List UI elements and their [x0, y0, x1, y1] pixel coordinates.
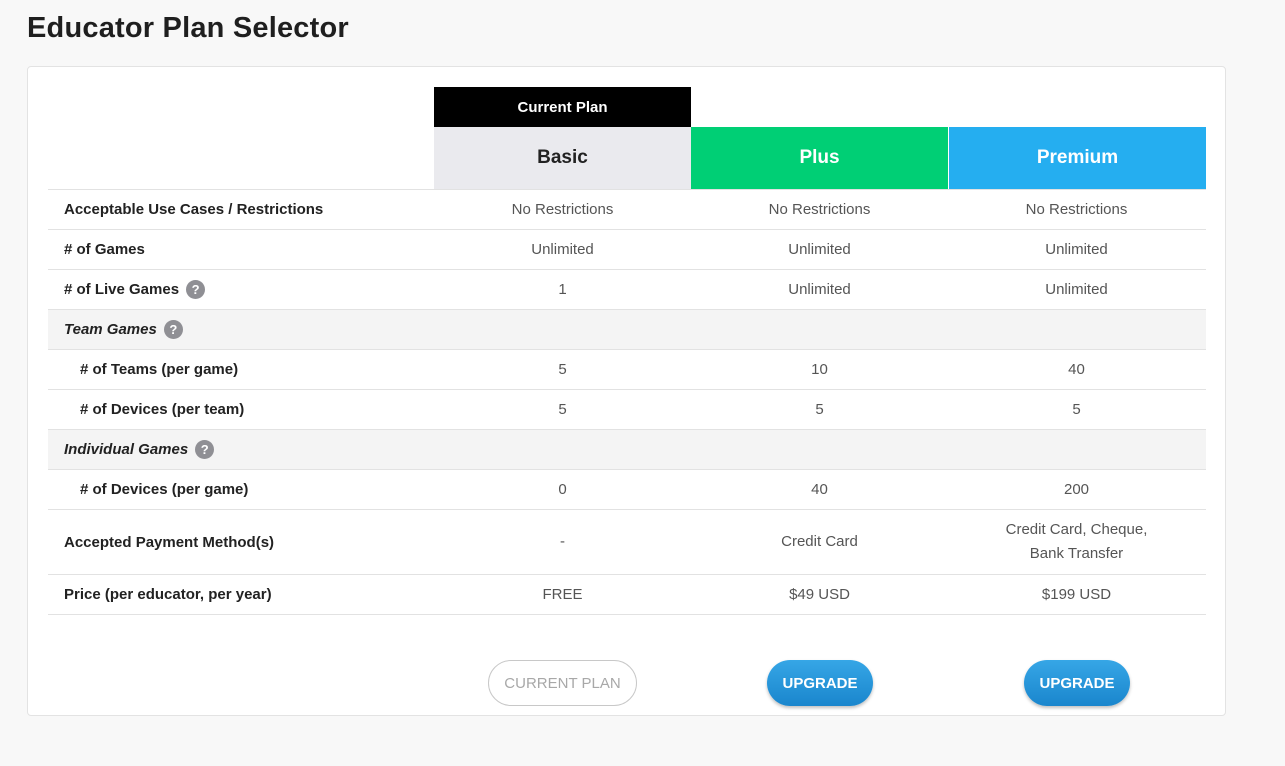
row-label-text: # of Live Games [64, 281, 180, 298]
cell-plus: 40 [811, 480, 828, 498]
upgrade-premium-button[interactable]: UPGRADE [1024, 660, 1130, 706]
current-plan-tag: Current Plan [434, 87, 691, 127]
section-label: Team Games ? [48, 320, 434, 339]
page-title: Educator Plan Selector [27, 12, 349, 44]
cell-premium: No Restrictions [1025, 200, 1128, 218]
cell-plus: 5 [815, 400, 824, 418]
row-label: # of Teams (per game) [80, 361, 239, 378]
cell-premium: Credit Card, Cheque, Bank Transfer [1005, 521, 1148, 562]
current-plan-button[interactable]: CURRENT PLAN [488, 660, 637, 706]
row-label: # of Devices (per team) [80, 401, 245, 418]
cell-plus: Unlimited [788, 280, 851, 298]
table-row: # of Games Unlimited Unlimited Unlimited [48, 230, 1206, 270]
feature-rows: Acceptable Use Cases / Restrictions No R… [48, 189, 1206, 615]
upgrade-plus-button[interactable]: UPGRADE [767, 660, 873, 706]
table-row: Accepted Payment Method(s) - Credit Card… [48, 510, 1206, 575]
cell-basic: Unlimited [531, 240, 594, 258]
cell-basic: 5 [558, 360, 567, 378]
table-row: # of Live Games ? 1 Unlimited Unlimited [48, 270, 1206, 310]
section-label: Individual Games ? [48, 440, 434, 459]
section-row-team-games: Team Games ? [48, 310, 1206, 350]
cell-basic: No Restrictions [511, 200, 614, 218]
cell-basic: 5 [558, 400, 567, 418]
cell-plus: Credit Card [781, 533, 858, 550]
row-label: # of Games [64, 241, 145, 258]
section-row-individual-games: Individual Games ? [48, 430, 1206, 470]
row-label-live-games: # of Live Games ? [48, 280, 434, 299]
plan-header-premium: Premium [949, 127, 1206, 189]
cell-premium: 40 [1068, 360, 1085, 378]
cell-basic: - [560, 533, 565, 550]
plan-header-plus: Plus [691, 127, 948, 189]
table-row: # of Devices (per team) 5 5 5 [48, 390, 1206, 430]
row-label: Accepted Payment Method(s) [64, 533, 275, 551]
section-label-text: Individual Games [64, 441, 189, 458]
section-label-text: Team Games [64, 321, 157, 338]
cell-basic: 0 [558, 480, 567, 498]
table-row: Acceptable Use Cases / Restrictions No R… [48, 190, 1206, 230]
cell-plus: No Restrictions [768, 200, 871, 218]
table-row: Price (per educator, per year) FREE $49 … [48, 575, 1206, 615]
cell-premium: 200 [1063, 480, 1090, 498]
cell-premium: Unlimited [1045, 280, 1108, 298]
row-label: Price (per educator, per year) [64, 586, 272, 603]
plan-comparison-card: Current Plan Basic Plus Premium Acceptab… [27, 66, 1226, 716]
help-icon[interactable]: ? [163, 320, 183, 339]
table-row: # of Devices (per game) 0 40 200 [48, 470, 1206, 510]
cell-premium: Unlimited [1045, 240, 1108, 258]
cell-basic: FREE [542, 585, 583, 603]
help-icon[interactable]: ? [186, 280, 206, 299]
cell-plus: $49 USD [789, 585, 850, 603]
cell-plus: Unlimited [788, 240, 851, 258]
cell-plus: 10 [811, 360, 828, 378]
cell-basic: 1 [558, 280, 567, 298]
table-row: # of Teams (per game) 5 10 40 [48, 350, 1206, 390]
cell-premium: 5 [1072, 400, 1081, 418]
cell-premium: $199 USD [1041, 585, 1112, 603]
plan-header-basic: Basic [434, 127, 691, 189]
row-label: # of Devices (per game) [80, 481, 249, 498]
help-icon[interactable]: ? [195, 440, 215, 459]
row-label: Acceptable Use Cases / Restrictions [64, 201, 324, 218]
plan-actions: CURRENT PLAN UPGRADE UPGRADE [48, 660, 1206, 710]
